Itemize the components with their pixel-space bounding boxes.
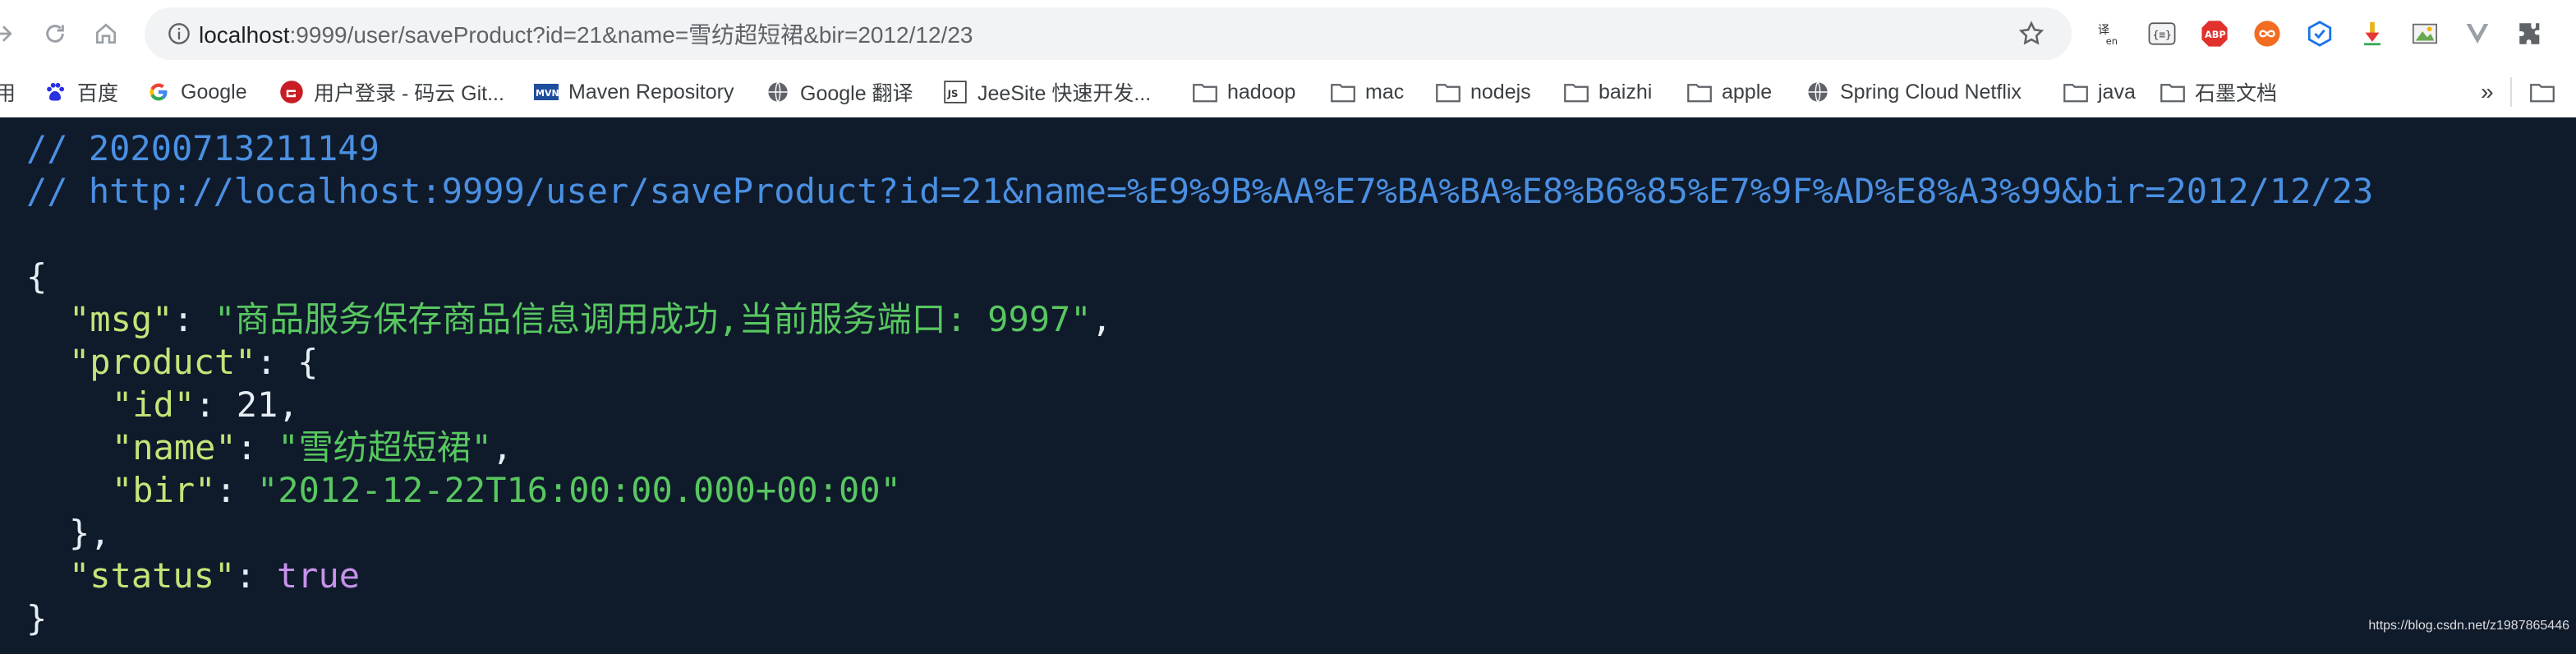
folder-icon [1331,80,1355,104]
json-row-id: "id": 21, [112,385,299,425]
globe-icon [766,80,790,104]
bookmark-folder-mac[interactable]: mac [1331,80,1404,104]
folder-icon [2063,80,2088,104]
bookmark-folder-apple[interactable]: apple [1687,80,1772,104]
json-value-name: "雪纺超短裙" [278,427,492,467]
url-text[interactable]: localhost:9999/user/saveProduct?id=21&na… [199,17,973,50]
url-path: :9999/user/saveProduct?id=21&name=雪纺超短裙&… [289,22,973,48]
reload-icon[interactable] [35,14,75,53]
bookmark-maven[interactable]: MVN Maven Repository [534,80,734,104]
json-close-brace: } [26,598,48,638]
json-key-msg: "msg" [69,299,173,339]
translate-extension-icon[interactable]: 译 en [2095,19,2124,48]
json-key-product: "product" [69,342,256,382]
json-value-msg: "商品服务保存商品信息调用成功,当前服务端口: 9997" [214,299,1092,339]
bookmark-folder-nodejs[interactable]: nodejs [1436,80,1531,104]
bookmarks-bar: 用 百度 Google 用户登录 - 码云 Git... MVN Maven R… [0,67,2576,117]
google-icon [146,80,171,104]
bookmark-label: 用户登录 - 码云 Git... [314,82,504,105]
url-host: localhost [199,22,290,48]
forward-icon[interactable] [0,14,23,53]
bookmark-item[interactable]: 用 [0,77,16,107]
bookmark-label: baizhi [1598,80,1653,104]
bookmark-spring-cloud-netflix[interactable]: Spring Cloud Netflix [1806,80,2022,104]
bookmarks-divider [2510,77,2512,107]
json-key-id: "id" [112,385,196,425]
json-viewer: // 20200713211149 // http://localhost:99… [0,117,2576,654]
bookmark-label: java [2098,80,2136,104]
image-extension-icon[interactable] [2410,19,2440,48]
folder-icon [1436,80,1460,104]
bookmark-google[interactable]: Google [146,80,247,104]
json-row-msg: "msg": "商品服务保存商品信息调用成功,当前服务端口: 9997", [69,299,1112,339]
bookmark-label: Google 翻译 [800,82,913,105]
bookmark-label: 百度 [77,82,119,105]
gitee-icon [279,80,304,104]
bookmark-label: hadoop [1227,80,1296,104]
json-product-close: }, [69,513,111,553]
bookmark-folder-shimo[interactable]: 石墨文档 [2160,77,2277,107]
bookmark-label: mac [1365,80,1405,104]
baidu-icon [43,80,67,104]
bookmark-folder-java[interactable]: java [2063,80,2136,104]
bookmark-label: Spring Cloud Netflix [1840,80,2022,104]
download-extension-icon[interactable] [2358,19,2387,48]
bookmark-baidu[interactable]: 百度 [43,77,118,107]
browser-toolbar: localhost:9999/user/saveProduct?id=21&na… [0,0,2576,67]
bookmark-star-icon[interactable] [2017,20,2045,48]
address-bar[interactable]: localhost:9999/user/saveProduct?id=21&na… [145,7,2072,60]
cube-extension-icon[interactable] [2305,19,2334,48]
json-open-brace: { [26,256,48,297]
bookmark-label: Google [181,80,247,104]
json-row-status: "status": true [69,555,361,596]
infinity-extension-icon[interactable] [2252,19,2282,48]
json-key-name: "name" [112,427,237,467]
bookmark-gitee[interactable]: 用户登录 - 码云 Git... [279,77,504,107]
folder-icon [1687,80,1712,104]
adblock-icon[interactable]: ABP [2200,19,2229,48]
json-row-product: "product": { [69,342,319,382]
maven-icon: MVN [534,80,559,104]
json-value-id: 21 [236,385,278,425]
folder-icon [2160,80,2185,104]
comment-timestamp: // 20200713211149 [26,128,380,168]
json-row-name: "name": "雪纺超短裙", [112,427,513,467]
svg-text:en: en [2106,35,2118,47]
more-icon: » [2481,79,2494,104]
json-key-status: "status" [69,555,236,596]
bookmark-label: JeeSite 快速开发... [978,82,1152,105]
svg-text:JS: JS [947,88,959,99]
extensions-puzzle-icon[interactable] [2515,19,2545,48]
json-value-status: true [276,555,361,596]
json-extension-icon[interactable]: {≡} [2147,19,2177,48]
bookmark-label: Maven Repository [568,80,734,104]
js-icon: JS [943,80,968,104]
bookmark-google-translate[interactable]: Google 翻译 [766,77,913,107]
watermark: https://blog.csdn.net/z1987865446 [2368,619,2569,633]
json-value-bir: "2012-12-22T16:00:00.000+00:00" [257,470,901,510]
svg-text:MVN: MVN [536,88,559,99]
svg-text:ABP: ABP [2205,29,2226,40]
folder-icon [1193,80,1217,104]
bookmark-label: 用 [0,82,16,105]
svg-text:{≡}: {≡} [2153,30,2172,42]
bookmark-label: 石墨文档 [2195,82,2278,105]
bookmark-label: nodejs [1470,80,1531,104]
folder-icon [2530,80,2555,104]
bookmark-folder-hadoop[interactable]: hadoop [1193,80,1295,104]
bookmark-label: apple [1722,80,1773,104]
home-icon[interactable] [86,14,126,53]
globe-icon [1806,80,1830,104]
json-row-bir: "bir": "2012-12-22T16:00:00.000+00:00" [112,470,901,510]
site-info-icon[interactable] [168,22,191,45]
json-key-bir: "bir" [112,470,216,510]
comment-request-url: // http://localhost:9999/user/saveProduc… [26,171,2374,211]
bookmark-folder-other[interactable] [2530,80,2555,104]
folder-icon [1564,80,1589,104]
bookmarks-overflow-button[interactable]: » [2481,79,2494,105]
vue-devtools-icon[interactable] [2463,19,2492,48]
bookmark-folder-baizhi[interactable]: baizhi [1564,80,1652,104]
bookmark-jeesite[interactable]: JS JeeSite 快速开发... [943,77,1151,107]
